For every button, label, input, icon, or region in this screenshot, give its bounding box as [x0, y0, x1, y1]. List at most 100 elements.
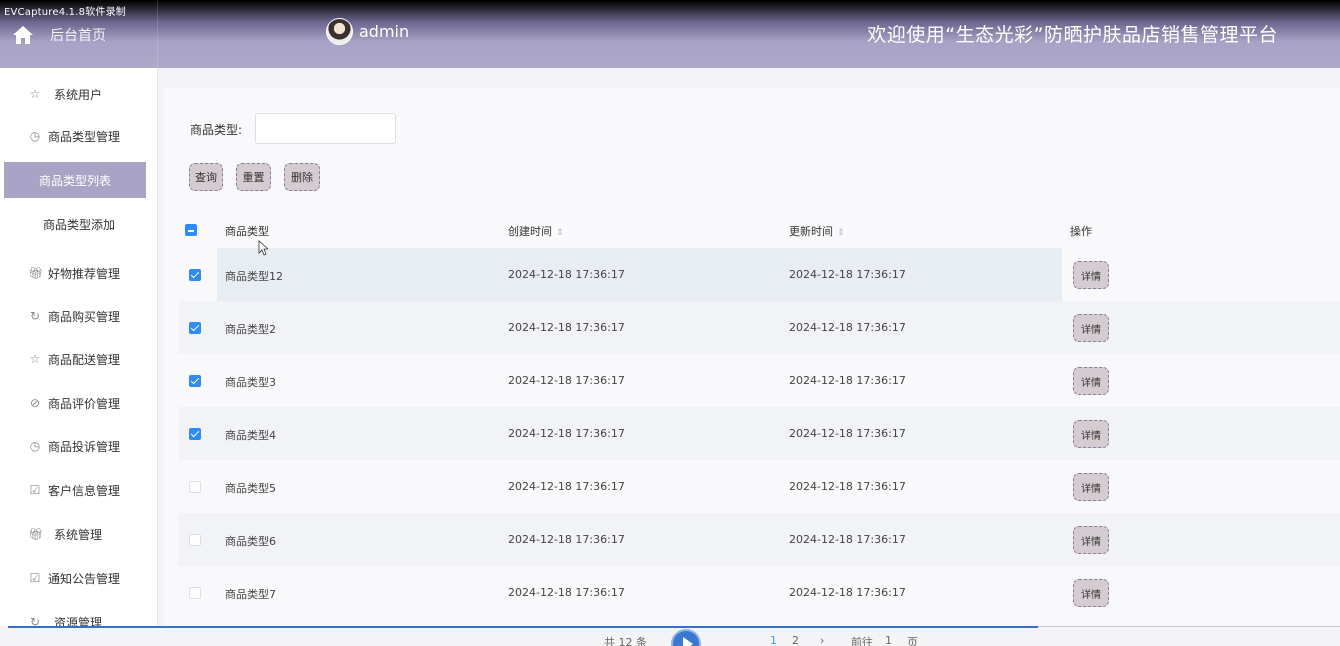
reset-button[interactable]: 重置	[236, 163, 271, 191]
table-row[interactable]: 商品类型7 2024-12-18 17:36:17 2024-12-18 17:…	[178, 566, 1340, 619]
cell-updated: 2024-12-18 17:36:17	[789, 268, 906, 281]
cell-created: 2024-12-18 17:36:17	[508, 533, 625, 546]
sidebar-item-purchase-mgmt[interactable]: ↻ 商品购买管理	[0, 298, 158, 334]
sidebar-item-label: 好物推荐管理	[48, 266, 121, 281]
row-checkbox[interactable]	[189, 534, 201, 546]
sidebar-item-complaint-mgmt[interactable]: ◷ 商品投诉管理	[0, 428, 158, 464]
cell-type: 商品类型2	[225, 323, 276, 336]
sidebar-item-delivery-mgmt[interactable]: ☆ 商品配送管理	[0, 341, 158, 377]
star-icon: ☆	[29, 87, 41, 101]
cell-type: 商品类型3	[225, 376, 276, 389]
home-link[interactable]: 后台首页	[12, 24, 106, 46]
star-icon: ☆	[29, 352, 41, 366]
sidebar-item-label: 商品购买管理	[48, 309, 121, 324]
sidebar-item-system-users[interactable]: ☆ 系统用户	[0, 76, 158, 112]
sidebar-item-notice-mgmt[interactable]: ☑ 通知公告管理	[0, 560, 158, 596]
table-row[interactable]: 商品类型2 2024-12-18 17:36:17 2024-12-18 17:…	[178, 301, 1340, 354]
column-header-updated-label: 更新时间	[789, 225, 833, 238]
pagination: 共 12 条 1 2 › 前往 1 页	[0, 626, 1340, 646]
user-name: admin	[359, 22, 410, 41]
table-row[interactable]: 商品类型3 2024-12-18 17:36:17 2024-12-18 17:…	[178, 354, 1340, 407]
cell-created: 2024-12-18 17:36:17	[508, 321, 625, 334]
cell-type: 商品类型5	[225, 482, 276, 495]
detail-button[interactable]: 详情	[1073, 473, 1109, 501]
detail-button[interactable]: 详情	[1073, 314, 1109, 342]
sidebar-item-system-mgmt[interactable]: 🎁︎ 系统管理	[0, 516, 158, 552]
column-header-updated[interactable]: 更新时间 ⇕	[789, 223, 845, 239]
cell-type: 商品类型7	[225, 588, 276, 601]
cell-updated: 2024-12-18 17:36:17	[789, 480, 906, 493]
sidebar-item-product-type-add[interactable]: 商品类型添加	[0, 206, 158, 242]
sidebar-item-label: 商品类型管理	[48, 129, 121, 144]
sort-icon[interactable]: ⇕	[556, 228, 564, 238]
sidebar-item-label: 商品投诉管理	[48, 439, 121, 454]
cell-type: 商品类型6	[225, 535, 276, 548]
select-all-checkbox[interactable]	[185, 224, 197, 236]
sidebar-item-label: 商品配送管理	[48, 352, 121, 367]
sidebar-item-review-mgmt[interactable]: ⊘ 商品评价管理	[0, 385, 158, 421]
row-checkbox[interactable]	[189, 375, 201, 387]
product-type-search-input[interactable]	[255, 113, 396, 144]
pager-page-unit: 页	[907, 636, 918, 646]
detail-button[interactable]: 详情	[1073, 579, 1109, 607]
cell-updated: 2024-12-18 17:36:17	[789, 321, 906, 334]
pager-page-2[interactable]: 2	[792, 634, 799, 646]
cell-type: 商品类型4	[225, 429, 276, 442]
table-row[interactable]: 商品类型12 2024-12-18 17:36:17 2024-12-18 17…	[178, 248, 1340, 301]
detail-button[interactable]: 详情	[1073, 526, 1109, 554]
clock-icon: ◷	[29, 439, 41, 453]
pager-page-1[interactable]: 1	[770, 634, 777, 646]
sort-icon[interactable]: ⇕	[837, 228, 845, 238]
home-label: 后台首页	[50, 28, 106, 44]
table-row[interactable]: 商品类型4 2024-12-18 17:36:17 2024-12-18 17:…	[178, 407, 1340, 460]
delete-button[interactable]: 删除	[284, 163, 320, 191]
recorder-watermark: EVCapture4.1.8软件录制	[4, 7, 126, 18]
cell-created: 2024-12-18 17:36:17	[508, 268, 625, 281]
home-icon	[13, 26, 33, 44]
sidebar-item-product-type-mgmt[interactable]: ◷ 商品类型管理	[0, 118, 158, 154]
cell-created: 2024-12-18 17:36:17	[508, 586, 625, 599]
sidebar-item-recommend-mgmt[interactable]: 🎁︎ 好物推荐管理	[0, 255, 158, 291]
detail-button[interactable]: 详情	[1073, 367, 1109, 395]
table-row[interactable]: 商品类型6 2024-12-18 17:36:17 2024-12-18 17:…	[178, 513, 1340, 566]
sidebar: ☆ 系统用户 ◷ 商品类型管理 商品类型列表 商品类型添加 🎁︎ 好物推荐管理 …	[0, 68, 158, 646]
table-row[interactable]: 商品类型5 2024-12-18 17:36:17 2024-12-18 17:…	[178, 460, 1340, 513]
row-checkbox[interactable]	[189, 269, 201, 281]
pager-total: 共 12 条	[604, 636, 647, 646]
calendar-icon: ☑	[29, 483, 41, 497]
row-checkbox[interactable]	[189, 587, 201, 599]
pager-next-icon[interactable]: ›	[820, 634, 824, 646]
user-menu[interactable]: admin	[326, 18, 409, 45]
detail-button[interactable]: 详情	[1073, 420, 1109, 448]
cell-created: 2024-12-18 17:36:17	[508, 480, 625, 493]
site-title: 欢迎使用“生态光彩”防晒护肤品店销售管理平台	[867, 24, 1278, 46]
sidebar-item-product-type-list[interactable]: 商品类型列表	[4, 162, 146, 198]
cell-updated: 2024-12-18 17:36:17	[789, 533, 906, 546]
pager-goto-input[interactable]: 1	[885, 634, 892, 646]
gift-icon: 🎁︎	[28, 266, 44, 280]
calendar-icon: ☑	[29, 571, 41, 585]
detail-button[interactable]: 详情	[1073, 261, 1109, 289]
clock-icon: ◷	[29, 129, 41, 143]
sidebar-item-customer-mgmt[interactable]: ☑ 客户信息管理	[0, 472, 158, 508]
gift-icon: 🎁︎	[28, 527, 44, 541]
row-checkbox[interactable]	[189, 322, 201, 334]
row-checkbox[interactable]	[189, 428, 201, 440]
sidebar-item-label: 通知公告管理	[48, 571, 121, 586]
play-icon[interactable]	[671, 629, 701, 646]
cell-type: 商品类型12	[225, 270, 283, 283]
sidebar-item-label: 商品类型添加	[42, 217, 115, 232]
search-button[interactable]: 查询	[189, 163, 223, 191]
avatar	[326, 18, 353, 45]
cell-updated: 2024-12-18 17:36:17	[789, 427, 906, 440]
sidebar-item-label: 系统管理	[54, 527, 103, 542]
row-checkbox[interactable]	[189, 481, 201, 493]
header-divider	[157, 0, 158, 68]
recorder-progress-bar	[8, 626, 1038, 628]
divider	[1038, 626, 1340, 627]
pager-goto-label: 前往	[851, 636, 873, 646]
filter-label: 商品类型:	[190, 123, 243, 137]
sidebar-item-label: 商品评价管理	[48, 396, 121, 411]
top-header: EVCapture4.1.8软件录制 后台首页 admin 欢迎使用“生态光彩”…	[0, 0, 1340, 68]
column-header-created[interactable]: 创建时间 ⇕	[508, 223, 564, 239]
